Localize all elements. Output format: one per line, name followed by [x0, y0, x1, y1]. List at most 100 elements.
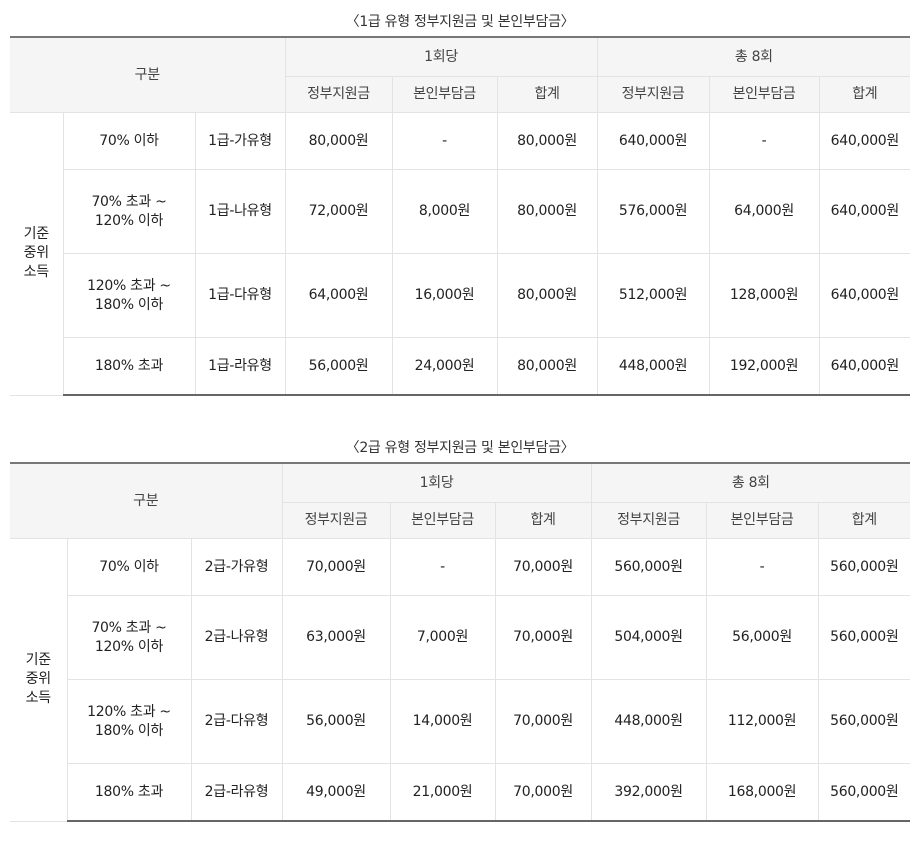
sum-total: 560,000원 — [817, 679, 911, 764]
self-pay-per-session: - — [389, 538, 496, 596]
table-row: 120% 초과 ~ 180% 이하 1급-다유형 64,000원 16,000원 80,0… — [10, 253, 911, 338]
self-pay-total: - — [708, 112, 820, 170]
self-pay-per-session: 24,000원 — [391, 337, 498, 396]
self-pay-per-session: - — [391, 112, 498, 170]
income-range-line: 180% 초과 — [94, 783, 164, 800]
voucher-type-cell: 2급-나유형 — [190, 595, 283, 680]
header-row-groups: 구분 1회당 총 8회 — [10, 462, 911, 539]
header-per-session: 1회당 — [281, 462, 592, 503]
gov-subsidy-total: 512,000원 — [596, 253, 710, 338]
gov-subsidy-total: 504,000원 — [590, 595, 707, 680]
income-range-cell: 70% 이하 — [62, 112, 196, 170]
group-label-line: 중위 — [23, 245, 49, 262]
voucher-type-cell: 2급-가유형 — [190, 538, 283, 596]
sum-total: 640,000원 — [818, 169, 911, 254]
self-pay-total: 56,000원 — [705, 595, 819, 680]
group-label-line: 중위 — [25, 671, 51, 688]
gov-subsidy-per-session: 64,000원 — [284, 253, 393, 338]
income-range-line: 120% 초과 ~ — [87, 277, 171, 294]
header-category: 구분 — [10, 462, 283, 539]
header-total-sessions: 총 8회 — [590, 462, 911, 503]
sum-total: 640,000원 — [818, 112, 911, 170]
self-pay-per-session: 14,000원 — [389, 679, 496, 764]
income-range-cell: 70% 초과 ~ 120% 이하 — [67, 595, 192, 680]
self-pay-total: 192,000원 — [708, 337, 820, 396]
income-range-line: 180% 이하 — [94, 722, 164, 739]
self-pay-per-session: 21,000원 — [389, 763, 496, 822]
gov-subsidy-per-session: 70,000원 — [281, 538, 391, 596]
header-gov-subsidy: 정부지원금 — [596, 76, 710, 113]
income-range-line: 120% 초과 ~ — [87, 703, 171, 720]
voucher-type-cell: 2급-라유형 — [190, 763, 283, 822]
table-row: 70% 초과 ~ 120% 이하 2급-나유형 63,000원 7,000원 70,000… — [10, 595, 911, 680]
group-label-line: 기준 — [23, 226, 49, 243]
header-sum: 합계 — [818, 76, 911, 113]
income-range-line: 180% 초과 — [94, 357, 164, 374]
table-row: 기준 중위 소득 70% 이하 1급-가유형 80,000원 -80,000원 640,000… — [10, 112, 911, 396]
sum-per-session: 70,000원 — [494, 538, 592, 596]
header-category: 구분 — [10, 36, 286, 113]
self-pay-total: 64,000원 — [708, 169, 820, 254]
table-row: 180% 초과 2급-라유형 49,000원 21,000원 70,000원 392,00… — [10, 763, 911, 822]
sum-per-session: 80,000원 — [496, 169, 598, 254]
header-self-pay: 본인부담금 — [705, 502, 819, 539]
voucher-type-cell: 1급-나유형 — [194, 169, 286, 254]
gov-subsidy-per-session: 72,000원 — [284, 169, 393, 254]
income-range-line: 120% 이하 — [94, 212, 164, 229]
income-range-line: 120% 이하 — [94, 638, 164, 655]
self-pay-per-session: 16,000원 — [391, 253, 498, 338]
income-range-cell: 180% 초과 — [67, 763, 192, 822]
self-pay-per-session: 7,000원 — [389, 595, 496, 680]
header-sum: 합계 — [496, 76, 598, 113]
table-row: 120% 초과 ~ 180% 이하 2급-다유형 56,000원 14,000원 70,0… — [10, 679, 911, 764]
header-per-session: 1회당 — [284, 36, 598, 77]
self-pay-per-session: 8,000원 — [391, 169, 498, 254]
income-range-line: 70% 이하 — [99, 132, 159, 149]
sum-total: 560,000원 — [817, 538, 911, 596]
sum-total: 560,000원 — [817, 763, 911, 822]
gov-subsidy-per-session: 49,000원 — [281, 763, 391, 822]
income-range-line: 70% 이하 — [99, 558, 159, 575]
income-range-line: 70% 초과 ~ — [91, 619, 167, 636]
table-row: 70% 초과 ~ 120% 이하 1급-나유형 72,000원 8,000원 80,000… — [10, 169, 911, 254]
table-block-grade2: 〈2급 유형 정부지원금 및 본인부담금〉 구분 1회당 총 8회 정부지원금 본인부담금… — [10, 434, 911, 822]
voucher-type-cell: 1급-다유형 — [194, 253, 286, 338]
sum-total: 560,000원 — [817, 595, 911, 680]
gov-subsidy-per-session: 80,000원 — [284, 112, 393, 170]
group-label-line: 소득 — [25, 690, 51, 707]
gov-subsidy-per-session: 56,000원 — [284, 337, 393, 396]
sum-per-session: 80,000원 — [496, 112, 598, 170]
header-gov-subsidy: 정부지원금 — [282, 502, 391, 539]
table-row: 180% 초과 1급-라유형 56,000원 24,000원 80,000원 448,00… — [10, 337, 911, 396]
income-range-cell: 120% 초과 ~ 180% 이하 — [63, 253, 196, 338]
gov-subsidy-total: 576,000원 — [596, 169, 710, 254]
median-income-group-label: 기준 중위 소득 — [10, 538, 68, 822]
median-income-group-label: 기준 중위 소득 — [10, 112, 64, 396]
header-sum: 합계 — [494, 502, 592, 539]
gov-subsidy-total: 448,000원 — [596, 337, 710, 396]
income-range-line: 180% 이하 — [94, 296, 164, 313]
header-self-pay: 본인부담금 — [389, 502, 496, 539]
sum-per-session: 80,000원 — [496, 337, 598, 396]
sum-per-session: 80,000원 — [496, 253, 598, 338]
header-self-pay: 본인부담금 — [708, 76, 820, 113]
sum-total: 640,000원 — [818, 253, 911, 338]
header-sum: 합계 — [817, 502, 911, 539]
header-total-sessions: 총 8회 — [596, 36, 911, 77]
header-gov-subsidy: 정부지원금 — [590, 502, 707, 539]
income-range-cell: 120% 초과 ~ 180% 이하 — [67, 679, 192, 764]
self-pay-total: - — [705, 538, 819, 596]
sum-per-session: 70,000원 — [494, 763, 592, 822]
sum-per-session: 70,000원 — [494, 679, 592, 764]
subsidy-table: 구분 1회당 총 8회 정부지원금 본인부담금 합계 정부지원금 본인부담금 합계 기준 중위 소득 7… — [10, 462, 911, 822]
gov-subsidy-total: 448,000원 — [590, 679, 707, 764]
gov-subsidy-per-session: 63,000원 — [281, 595, 391, 680]
income-range-cell: 70% 이하 — [66, 538, 192, 596]
header-self-pay: 본인부담금 — [391, 76, 498, 113]
table-row: 기준 중위 소득 70% 이하 2급-가유형 70,000원 -70,000원 560,000… — [10, 538, 911, 822]
voucher-type-cell: 1급-라유형 — [194, 337, 286, 396]
subsidy-table: 구분 1회당 총 8회 정부지원금 본인부담금 합계 정부지원금 본인부담금 합계 기준 중위 소득 7… — [10, 36, 911, 396]
table-caption: 〈1급 유형 정부지원금 및 본인부담금〉 — [345, 14, 575, 30]
voucher-type-cell: 2급-다유형 — [190, 679, 283, 764]
header-gov-subsidy: 정부지원금 — [285, 76, 393, 113]
